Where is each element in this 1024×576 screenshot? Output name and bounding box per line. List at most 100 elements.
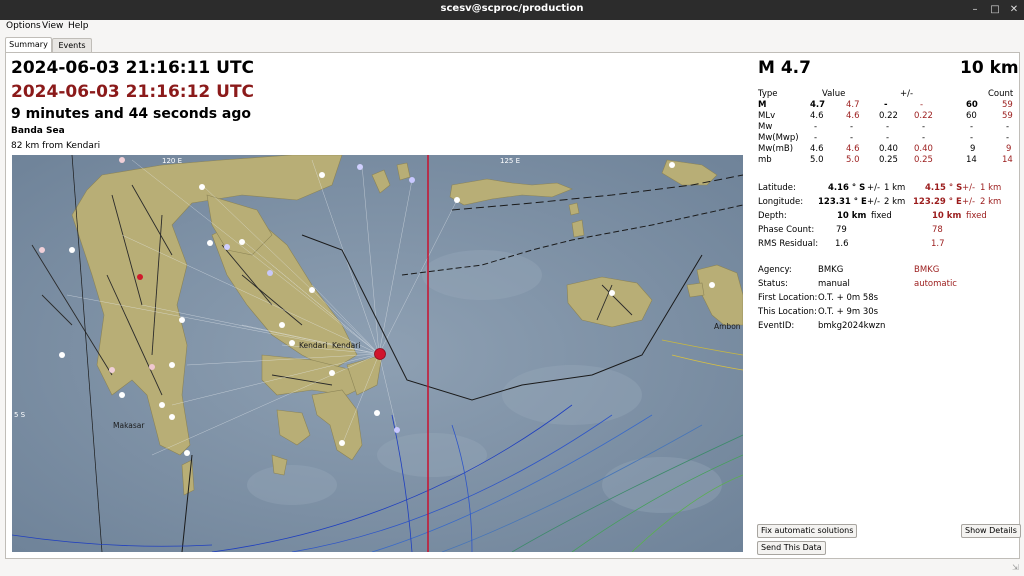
mag-type: MLv — [758, 111, 776, 121]
epicenter-marker[interactable] — [374, 348, 386, 360]
event-map[interactable]: 120 E 125 E 5 S Kendari Kendari Makasar … — [12, 155, 743, 552]
latitude-value-auto: 4.15 ° S — [925, 183, 963, 193]
mag-error: 0.40 — [879, 144, 898, 154]
nearest-city: 82 km from Kendari — [11, 141, 101, 151]
mag-error: 0.25 — [879, 155, 898, 165]
tab-events[interactable]: Events — [52, 38, 92, 53]
this-location-value: O.T. + 9m 30s — [818, 307, 879, 317]
rms-value-auto: 1.7 — [931, 239, 945, 249]
phase-count-value: 79 — [836, 225, 847, 235]
longitude-value-auto: 123.29 ° E — [913, 197, 962, 207]
mag-error-auto: 0.22 — [914, 111, 933, 121]
phase-count-value-auto: 78 — [932, 225, 943, 235]
time-ago: 9 minutes and 44 seconds ago — [11, 106, 252, 122]
col-header-type: Type — [758, 89, 778, 99]
maximize-icon[interactable]: □ — [987, 2, 1003, 18]
mag-error: - — [884, 100, 888, 110]
minimize-icon[interactable]: – — [967, 2, 983, 18]
place-label-kendari: Kendari — [299, 341, 327, 350]
mag-error: 0.22 — [879, 111, 898, 121]
close-icon[interactable]: ✕ — [1006, 2, 1022, 18]
latitude-pm-auto: +/- — [962, 183, 976, 193]
mag-type: mb — [758, 155, 772, 165]
fix-automatic-solutions-button[interactable]: Fix automatic solutions — [757, 524, 858, 538]
col-header-value: Value — [822, 89, 846, 99]
mag-value: 4.7 — [810, 100, 826, 110]
mag-count-auto: 9 — [1006, 144, 1012, 154]
mag-error-auto: - — [922, 133, 926, 143]
mag-count: - — [970, 133, 974, 143]
col-header-count: Count — [988, 89, 1014, 99]
longitude-error: 2 km — [884, 197, 906, 207]
graticule-label-5s: 5 S — [14, 411, 26, 419]
depth-value-auto: 10 km — [932, 211, 962, 221]
mag-count: 14 — [966, 155, 977, 165]
event-id-value: bmkg2024kwzn — [818, 321, 886, 331]
mag-count-auto: 14 — [1002, 155, 1013, 165]
resize-grip-icon[interactable]: ⇲ — [1012, 563, 1019, 572]
this-location-label: This Location: — [758, 307, 817, 317]
depth-headline: 10 km — [960, 58, 1019, 78]
graticule-label-125e: 125 E — [500, 157, 520, 165]
mag-value-auto: 5.0 — [846, 155, 860, 165]
mag-value: - — [814, 122, 818, 132]
window-titlebar: scesv@scproc/production – □ ✕ — [0, 0, 1024, 20]
place-label-makasar: Makasar — [113, 421, 145, 430]
depth-flag-auto: fixed — [966, 211, 987, 221]
magnitude-headline: M 4.7 — [758, 58, 811, 78]
menu-view[interactable]: View — [42, 21, 63, 31]
mag-type: Mw(mB) — [758, 144, 794, 154]
mag-count-auto: 59 — [1002, 111, 1013, 121]
latitude-label: Latitude: — [758, 183, 796, 193]
mag-error: - — [886, 122, 890, 132]
latitude-error: 1 km — [884, 183, 906, 193]
mag-value-auto: - — [850, 122, 854, 132]
mag-error-auto: - — [922, 122, 926, 132]
show-details-button[interactable]: Show Details — [961, 524, 1021, 538]
menubar: Options View Help — [0, 20, 1024, 34]
mag-value-auto: 4.6 — [846, 144, 860, 154]
mag-value: 5.0 — [810, 155, 824, 165]
mag-count: - — [970, 122, 974, 132]
place-label-ambon: Ambon — [714, 322, 741, 331]
depth-flag: fixed — [871, 211, 892, 221]
mag-count-auto: 59 — [1002, 100, 1013, 110]
first-location-label: First Location: — [758, 293, 818, 303]
statusbar: ⇲ — [0, 560, 1024, 576]
menu-options[interactable]: Options — [6, 21, 41, 31]
agency-label: Agency: — [758, 265, 792, 275]
agency-value-auto: BMKG — [914, 265, 940, 275]
mag-type: M — [758, 100, 767, 110]
mag-value: 4.6 — [810, 111, 824, 121]
mag-count: 9 — [970, 144, 976, 154]
mag-value: 4.6 — [810, 144, 824, 154]
window-title: scesv@scproc/production — [440, 3, 584, 14]
longitude-pm: +/- — [867, 197, 881, 207]
status-value: manual — [818, 279, 850, 289]
origin-time-automatic: 2024-06-03 21:16:12 UTC — [11, 82, 255, 102]
mag-count-auto: - — [1006, 133, 1010, 143]
mag-type: Mw(Mwp) — [758, 133, 799, 143]
mag-count: 60 — [966, 100, 978, 110]
longitude-pm-auto: +/- — [962, 197, 976, 207]
status-label: Status: — [758, 279, 788, 289]
first-location-value: O.T. + 0m 58s — [818, 293, 879, 303]
tab-summary[interactable]: Summary — [5, 37, 52, 53]
mag-count: 60 — [966, 111, 977, 121]
longitude-value: 123.31 ° E — [818, 197, 867, 207]
status-value-auto: automatic — [914, 279, 957, 289]
latitude-value: 4.16 ° S — [828, 183, 866, 193]
rms-value: 1.6 — [835, 239, 849, 249]
phase-count-label: Phase Count: — [758, 225, 815, 235]
longitude-error-auto: 2 km — [980, 197, 1002, 207]
mag-error-auto: - — [920, 100, 924, 110]
depth-value: 10 km — [837, 211, 867, 221]
mag-value-auto: 4.7 — [846, 100, 860, 110]
menu-help[interactable]: Help — [68, 21, 89, 31]
send-this-data-button[interactable]: Send This Data — [757, 541, 826, 555]
latitude-pm: +/- — [867, 183, 881, 193]
latitude-error-auto: 1 km — [980, 183, 1002, 193]
place-label-kendari-2: Kendari — [332, 341, 360, 350]
mag-error-auto: 0.25 — [914, 155, 933, 165]
depth-label: Depth: — [758, 211, 787, 221]
